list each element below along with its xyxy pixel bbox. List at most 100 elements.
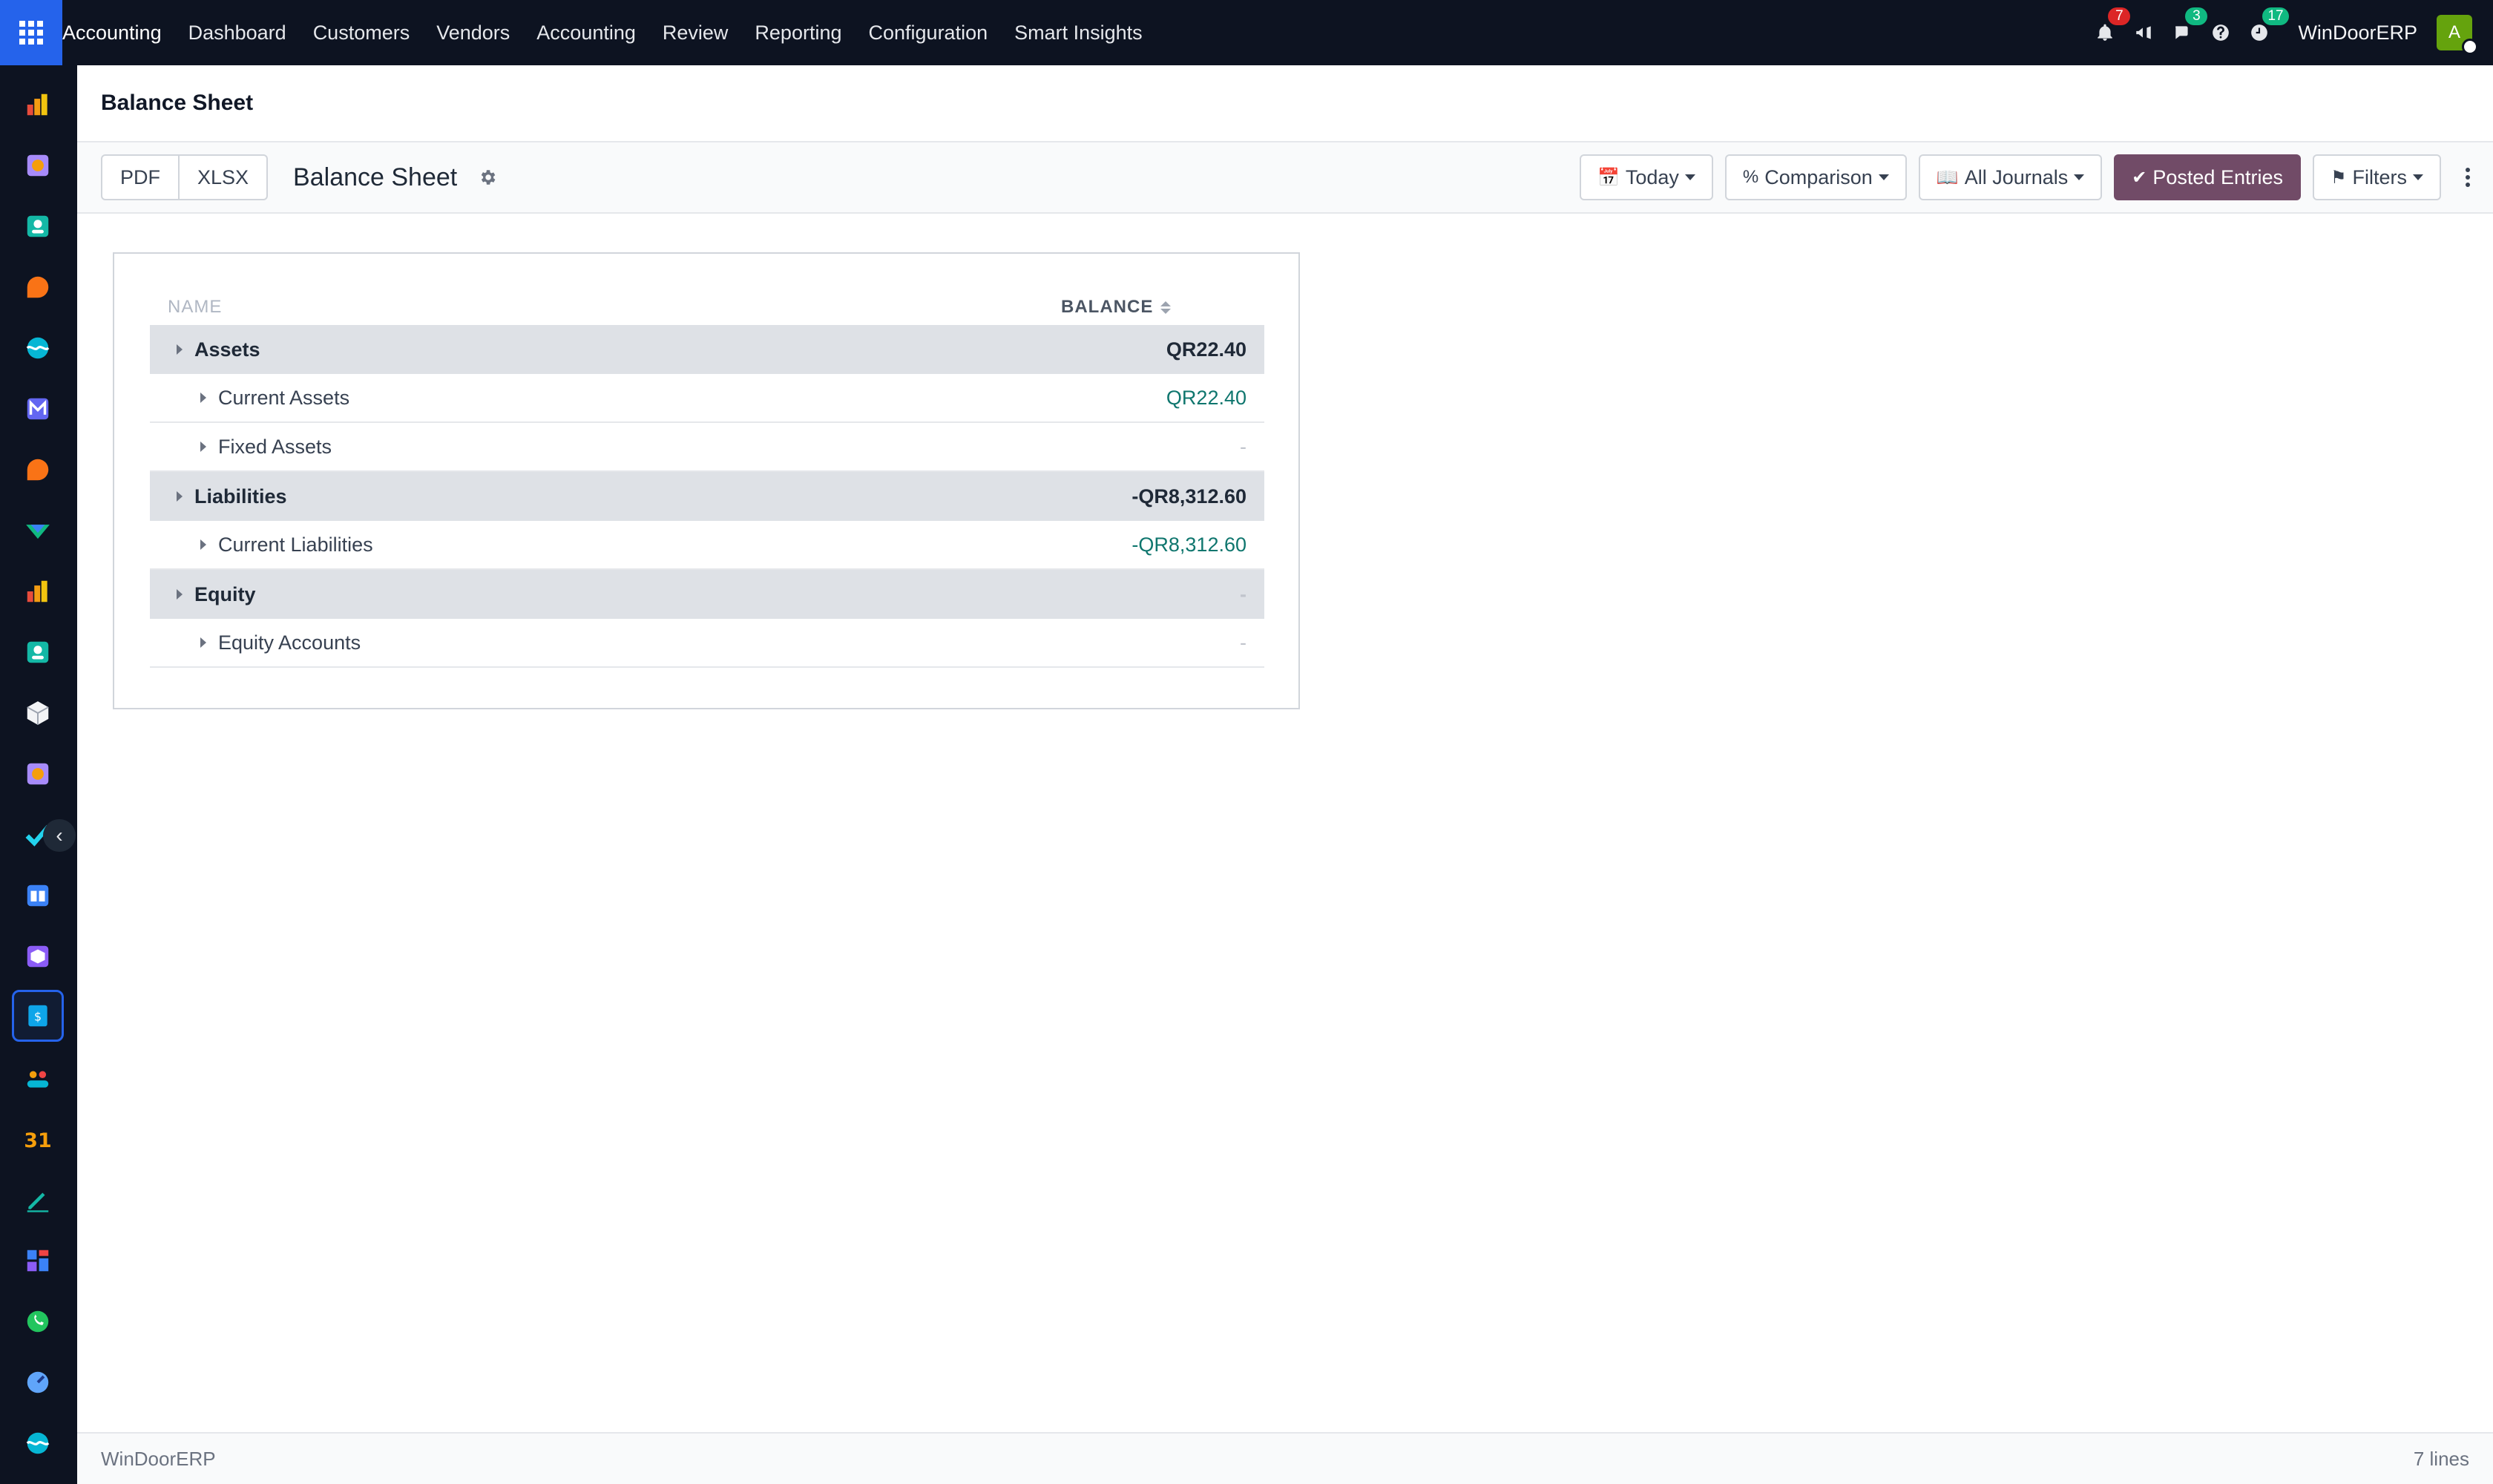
- reporting-icon[interactable]: [12, 565, 64, 617]
- website2-icon[interactable]: [12, 1417, 64, 1469]
- chat-icon[interactable]: [12, 444, 64, 496]
- time-icon[interactable]: [12, 1356, 64, 1408]
- account-row[interactable]: Current Liabilities -QR8,312.60: [150, 521, 1264, 570]
- collapse-sidebar-icon[interactable]: ‹: [43, 819, 76, 852]
- product-icon[interactable]: [12, 930, 64, 982]
- posted-entries-button[interactable]: ✔ Posted Entries: [2114, 154, 2301, 200]
- package-icon[interactable]: [12, 687, 64, 739]
- inventory-icon[interactable]: [12, 505, 64, 556]
- breadcrumb: Balance Sheet: [77, 65, 2493, 142]
- website-icon[interactable]: [12, 322, 64, 374]
- systray: 7 3 17 WinDoorERP A: [2086, 0, 2493, 65]
- caret-right-icon[interactable]: [200, 539, 206, 550]
- row-name: Fixed Assets: [150, 436, 1240, 459]
- date-filter-label: Today: [1625, 165, 1679, 188]
- bell-icon[interactable]: 7: [2086, 0, 2131, 65]
- app-name[interactable]: Accounting: [62, 0, 175, 65]
- comparison-label: Comparison: [1764, 165, 1873, 188]
- app-sidebar: $ 31 ‹: [0, 65, 77, 1484]
- activities-badge: 17: [2262, 7, 2289, 25]
- book-icon: 📖: [1936, 167, 1959, 188]
- discuss-icon[interactable]: [12, 261, 64, 313]
- gear-icon[interactable]: [478, 168, 497, 187]
- invoicing-icon[interactable]: $: [12, 990, 64, 1042]
- app-switcher-icon[interactable]: [0, 0, 62, 65]
- row-label: Current Liabilities: [218, 533, 373, 556]
- row-label: Equity: [194, 582, 256, 605]
- menu-configuration[interactable]: Configuration: [855, 0, 1002, 65]
- chevron-down-icon: [2413, 174, 2423, 180]
- whatsapp-icon[interactable]: [12, 1296, 64, 1347]
- chevron-down-icon: [1684, 174, 1695, 180]
- journals-label: All Journals: [1964, 165, 2069, 188]
- column-balance-header[interactable]: BALANCE: [1042, 297, 1264, 318]
- row-label: Assets: [194, 338, 260, 361]
- row-label: Current Assets: [218, 386, 350, 409]
- report-title: Balance Sheet: [293, 162, 458, 191]
- activities-icon[interactable]: 17: [2240, 0, 2289, 65]
- more-options-icon[interactable]: [2460, 168, 2475, 187]
- menu-accounting[interactable]: Accounting: [523, 0, 649, 65]
- help-icon[interactable]: [2201, 0, 2240, 65]
- row-label: Equity Accounts: [218, 631, 361, 654]
- caret-right-icon[interactable]: [177, 344, 183, 355]
- mail-icon[interactable]: [12, 383, 64, 435]
- row-balance: -: [1240, 435, 1246, 458]
- knowledge-icon[interactable]: [12, 870, 64, 922]
- caret-right-icon[interactable]: [200, 441, 206, 452]
- user-avatar[interactable]: A: [2437, 15, 2478, 55]
- footer-company: WinDoorERP: [101, 1447, 216, 1470]
- team-icon[interactable]: [12, 1052, 64, 1104]
- row-label: Liabilities: [194, 485, 287, 508]
- plugin-icon[interactable]: [12, 748, 64, 800]
- messages-icon[interactable]: 3: [2163, 0, 2208, 65]
- row-balance: -QR8,312.60: [1131, 533, 1246, 556]
- employees-icon[interactable]: [12, 626, 64, 678]
- menu-customers[interactable]: Customers: [300, 0, 424, 65]
- menu-review[interactable]: Review: [649, 0, 742, 65]
- menu-vendors[interactable]: Vendors: [423, 0, 523, 65]
- pdf-button[interactable]: PDF: [102, 156, 178, 199]
- row-balance: -QR8,312.60: [1131, 485, 1246, 508]
- sales-icon[interactable]: [12, 79, 64, 131]
- main-content: Balance Sheet PDF XLSX Balance Sheet 📅 T…: [77, 65, 2493, 1484]
- comparison-button[interactable]: % Comparison: [1724, 154, 1907, 200]
- account-row[interactable]: Equity Accounts -: [150, 619, 1264, 668]
- caret-right-icon[interactable]: [177, 589, 183, 600]
- calendar-icon[interactable]: 31: [12, 1113, 64, 1165]
- caret-right-icon[interactable]: [200, 393, 206, 403]
- menu-reporting[interactable]: Reporting: [741, 0, 855, 65]
- caret-right-icon[interactable]: [200, 637, 206, 648]
- journals-button[interactable]: 📖 All Journals: [1918, 154, 2103, 200]
- section-row[interactable]: Liabilities -QR8,312.60: [150, 472, 1264, 521]
- top-navbar: Accounting Dashboard Customers Vendors A…: [0, 0, 2493, 65]
- main-menu: Accounting Dashboard Customers Vendors A…: [62, 0, 1156, 65]
- section-row[interactable]: Assets QR22.40: [150, 325, 1264, 374]
- row-name: Equity: [150, 583, 1240, 606]
- account-row[interactable]: Current Assets QR22.40: [150, 374, 1264, 423]
- section-row[interactable]: Equity -: [150, 570, 1264, 619]
- bookmark-icon: ⚑: [2330, 167, 2347, 188]
- puzzle-icon[interactable]: [12, 139, 64, 191]
- dashboard-icon[interactable]: [12, 1235, 64, 1287]
- row-balance: QR22.40: [1166, 338, 1246, 361]
- megaphone-icon[interactable]: [2124, 0, 2163, 65]
- calendar-small-icon: 📅: [1597, 167, 1620, 188]
- caret-right-icon[interactable]: [177, 491, 183, 502]
- menu-smart-insights[interactable]: Smart Insights: [1001, 0, 1156, 65]
- sign-icon[interactable]: [12, 1174, 64, 1226]
- column-name-header: NAME: [168, 297, 223, 317]
- row-name: Equity Accounts: [150, 631, 1240, 654]
- percent-icon: %: [1742, 167, 1759, 187]
- date-filter-button[interactable]: 📅 Today: [1579, 154, 1713, 200]
- company-name[interactable]: WinDoorERP: [2298, 22, 2417, 45]
- export-buttons: PDF XLSX: [101, 154, 269, 200]
- user-initial: A: [2448, 22, 2460, 42]
- xlsx-button[interactable]: XLSX: [178, 156, 266, 199]
- filters-label: Filters: [2352, 165, 2408, 188]
- contacts-icon[interactable]: [12, 200, 64, 252]
- sort-icon[interactable]: [1160, 301, 1172, 314]
- account-row[interactable]: Fixed Assets -: [150, 423, 1264, 472]
- menu-dashboard[interactable]: Dashboard: [175, 0, 300, 65]
- filters-button[interactable]: ⚑ Filters: [2312, 154, 2441, 200]
